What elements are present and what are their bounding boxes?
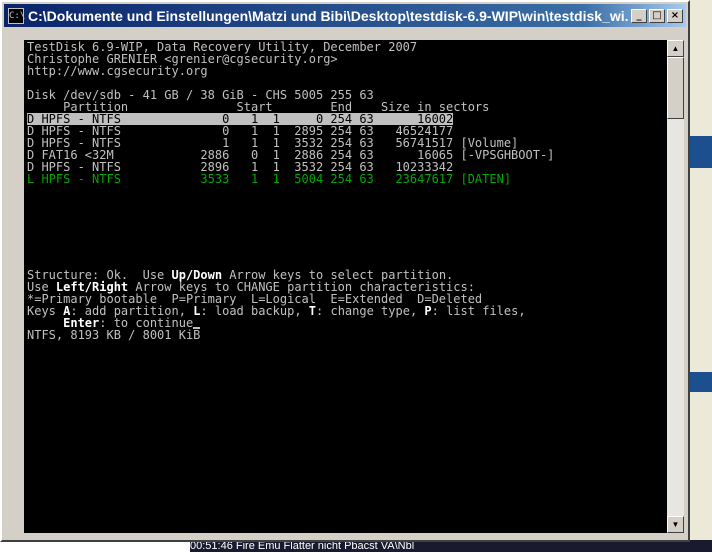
header-line-url: http://www.cgsecurity.org	[27, 64, 208, 78]
minimize-button[interactable]: _	[631, 8, 647, 23]
keys-text: : list files,	[431, 304, 526, 318]
maximize-button[interactable]: □	[649, 8, 665, 23]
scroll-up-icon[interactable]: ▲	[667, 40, 684, 57]
window-title: C:\Dokumente und Einstellungen\Matzi und…	[28, 7, 629, 24]
console-icon[interactable]: C:\	[8, 7, 25, 24]
change-type-key[interactable]: T	[309, 304, 316, 318]
partition-row-logical[interactable]: L HPFS - NTFS 3533 1 1 5004 254 63 23647…	[27, 173, 511, 185]
list-files-key[interactable]: P	[424, 304, 431, 318]
scroll-down-icon[interactable]: ▼	[667, 516, 684, 533]
console-output[interactable]: TestDisk 6.9-WIP, Data Recovery Utility,…	[24, 40, 667, 533]
scrollbar-thumb[interactable]	[667, 57, 684, 119]
desktop-window-edge	[690, 372, 712, 392]
desktop-window-edge	[690, 136, 712, 168]
vertical-scrollbar[interactable]: ▲ ▼	[667, 40, 684, 533]
keys-text: : load backup,	[200, 304, 309, 318]
keys-text: : change type,	[316, 304, 425, 318]
close-button[interactable]: ×	[667, 8, 683, 23]
desktop-background	[690, 0, 712, 552]
title-bar[interactable]: C:\ C:\Dokumente und Einstellungen\Matzi…	[4, 4, 686, 27]
partition-size-info: NTFS, 8193 KB / 8001 KiB	[27, 328, 201, 342]
